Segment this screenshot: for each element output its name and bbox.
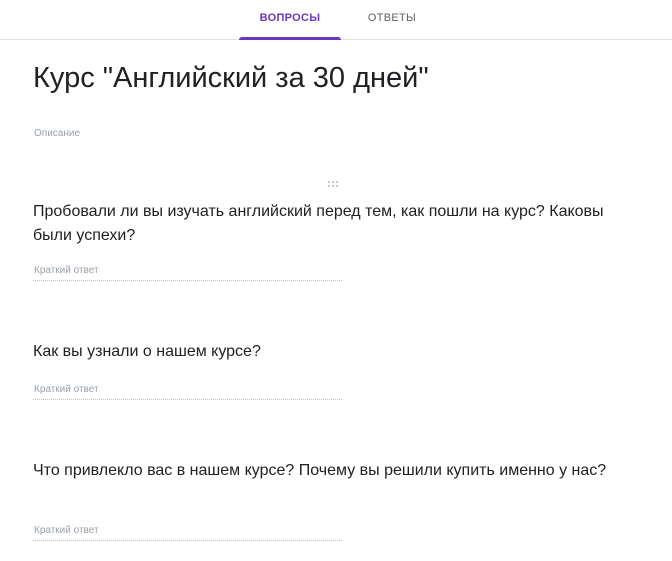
form-title[interactable]: Курс "Английский за 30 дней" [33,62,429,95]
short-answer-field: Краткий ответ [33,524,342,541]
short-answer-field: Краткий ответ [33,383,342,400]
tab-answers-label: ОТВЕТЫ [367,12,417,24]
drag-handle-icon[interactable] [327,180,341,191]
question-text[interactable]: Как вы узнали о нашем курсе? [33,340,643,364]
question-item-2[interactable]: Как вы узнали о нашем курсе? Краткий отв… [33,340,643,400]
active-tab-indicator [239,37,341,40]
question-item-1[interactable]: Пробовали ли вы изучать английский перед… [33,200,643,281]
drag-handle-dots [328,181,338,187]
question-item-3[interactable]: Что привлекло вас в нашем курсе? Почему … [33,459,643,541]
form-description-field[interactable]: Описание [34,128,80,139]
tabs-bar: ВОПРОСЫ ОТВЕТЫ [0,0,672,40]
short-answer-field: Краткий ответ [33,264,342,281]
tab-answers[interactable]: ОТВЕТЫ [346,0,438,39]
tab-questions[interactable]: ВОПРОСЫ [239,0,341,40]
tab-questions-label: ВОПРОСЫ [259,12,321,24]
question-text[interactable]: Что привлекло вас в нашем курсе? Почему … [33,459,643,483]
question-text[interactable]: Пробовали ли вы изучать английский перед… [33,200,643,248]
